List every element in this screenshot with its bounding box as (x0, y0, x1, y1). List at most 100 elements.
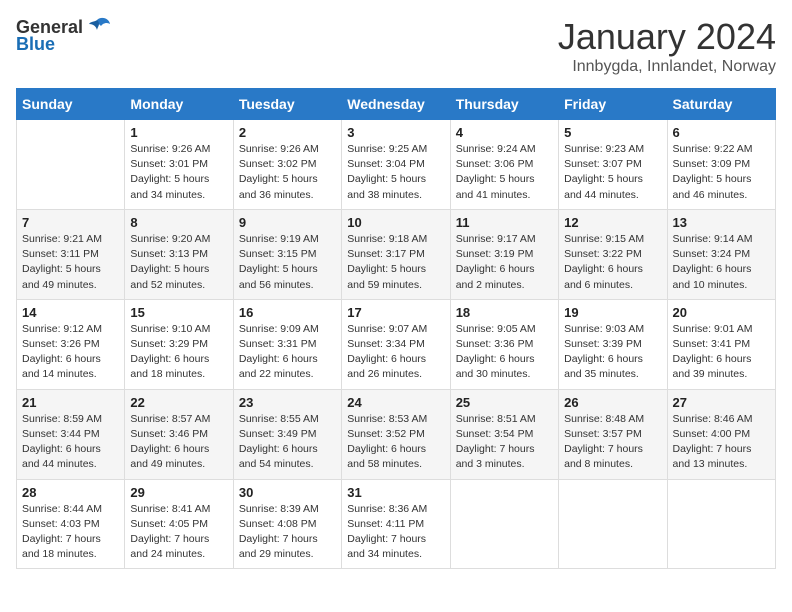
calendar-cell (667, 479, 775, 569)
weekday-header-thursday: Thursday (450, 89, 558, 120)
week-row-5: 28Sunrise: 8:44 AMSunset: 4:03 PMDayligh… (17, 479, 776, 569)
day-info: Sunrise: 8:36 AMSunset: 4:11 PMDaylight:… (347, 502, 444, 563)
calendar-cell: 21Sunrise: 8:59 AMSunset: 3:44 PMDayligh… (17, 389, 125, 479)
calendar-cell: 26Sunrise: 8:48 AMSunset: 3:57 PMDayligh… (559, 389, 667, 479)
calendar-cell: 28Sunrise: 8:44 AMSunset: 4:03 PMDayligh… (17, 479, 125, 569)
day-info: Sunrise: 9:19 AMSunset: 3:15 PMDaylight:… (239, 232, 336, 293)
calendar-cell: 29 Sunrise: 8:41 AMSunset: 4:05 PMDayligh… (125, 479, 233, 569)
day-info: Sunrise: 9:18 AMSunset: 3:17 PMDaylight:… (347, 232, 444, 293)
day-info: Sunrise: 9:03 AMSunset: 3:39 PMDaylight:… (564, 322, 661, 383)
day-info: Sunrise: 8:41 AMSunset: 4:05 PMDaylight:… (130, 502, 227, 563)
day-info: Sunrise: 9:17 AMSunset: 3:19 PMDaylight:… (456, 232, 553, 293)
day-number: 20 (673, 305, 770, 320)
calendar-cell: 22 Sunrise: 8:57 AMSunset: 3:46 PMDayligh… (125, 389, 233, 479)
calendar-cell: 12Sunrise: 9:15 AMSunset: 3:22 PMDayligh… (559, 209, 667, 299)
calendar-cell (450, 479, 558, 569)
weekday-header-wednesday: Wednesday (342, 89, 450, 120)
calendar-cell: 11Sunrise: 9:17 AMSunset: 3:19 PMDayligh… (450, 209, 558, 299)
weekday-header-tuesday: Tuesday (233, 89, 341, 120)
day-number: 17 (347, 305, 444, 320)
calendar-cell: 10Sunrise: 9:18 AMSunset: 3:17 PMDayligh… (342, 209, 450, 299)
day-number: 29 (130, 485, 227, 500)
day-info: Sunrise: 8:59 AMSunset: 3:44 PMDaylight:… (22, 412, 119, 473)
day-number: 2 (239, 125, 336, 140)
day-info: Sunrise: 9:05 AMSunset: 3:36 PMDaylight:… (456, 322, 553, 383)
calendar-cell (559, 479, 667, 569)
logo-bird-icon (83, 16, 111, 38)
day-info: Sunrise: 9:22 AMSunset: 3:09 PMDaylight:… (673, 142, 770, 203)
day-info: Sunrise: 9:26 AMSunset: 3:02 PMDaylight:… (239, 142, 336, 203)
day-info: Sunrise: 9:23 AMSunset: 3:07 PMDaylight:… (564, 142, 661, 203)
day-info: Sunrise: 8:51 AMSunset: 3:54 PMDaylight:… (456, 412, 553, 473)
logo: General Blue (16, 16, 111, 55)
day-info: Sunrise: 9:01 AMSunset: 3:41 PMDaylight:… (673, 322, 770, 383)
day-number: 30 (239, 485, 336, 500)
day-info: Sunrise: 8:57 AMSunset: 3:46 PMDaylight:… (130, 412, 227, 473)
location-title: Innbygda, Innlandet, Norway (558, 58, 776, 76)
calendar-cell: 4Sunrise: 9:24 AMSunset: 3:06 PMDaylight… (450, 120, 558, 210)
day-info: Sunrise: 8:55 AMSunset: 3:49 PMDaylight:… (239, 412, 336, 473)
logo-blue-text: Blue (16, 34, 55, 55)
calendar-cell: 9Sunrise: 9:19 AMSunset: 3:15 PMDaylight… (233, 209, 341, 299)
calendar-cell: 23 Sunrise: 8:55 AMSunset: 3:49 PMDayligh… (233, 389, 341, 479)
day-info: Sunrise: 9:25 AMSunset: 3:04 PMDaylight:… (347, 142, 444, 203)
calendar-cell (17, 120, 125, 210)
calendar-cell: 2 Sunrise: 9:26 AMSunset: 3:02 PMDaylight… (233, 120, 341, 210)
calendar-cell: 14 Sunrise: 9:12 AMSunset: 3:26 PMDayligh… (17, 299, 125, 389)
day-number: 27 (673, 395, 770, 410)
day-number: 13 (673, 215, 770, 230)
day-number: 15 (130, 305, 227, 320)
day-number: 23 (239, 395, 336, 410)
calendar-cell: 1Sunrise: 9:26 AMSunset: 3:01 PMDaylight… (125, 120, 233, 210)
weekday-header-monday: Monday (125, 89, 233, 120)
day-number: 7 (22, 215, 119, 230)
day-number: 1 (130, 125, 227, 140)
day-number: 14 (22, 305, 119, 320)
calendar-cell: 30 Sunrise: 8:39 AMSunset: 4:08 PMDayligh… (233, 479, 341, 569)
weekday-header-saturday: Saturday (667, 89, 775, 120)
weekday-header-friday: Friday (559, 89, 667, 120)
calendar-cell: 24 Sunrise: 8:53 AMSunset: 3:52 PMDayligh… (342, 389, 450, 479)
day-number: 19 (564, 305, 661, 320)
day-info: Sunrise: 9:10 AMSunset: 3:29 PMDaylight:… (130, 322, 227, 383)
day-info: Sunrise: 8:46 AMSunset: 4:00 PMDaylight:… (673, 412, 770, 473)
calendar-cell: 15 Sunrise: 9:10 AMSunset: 3:29 PMDayligh… (125, 299, 233, 389)
day-info: Sunrise: 9:24 AMSunset: 3:06 PMDaylight:… (456, 142, 553, 203)
calendar-cell: 25Sunrise: 8:51 AMSunset: 3:54 PMDayligh… (450, 389, 558, 479)
calendar-cell: 19 Sunrise: 9:03 AMSunset: 3:39 PMDayligh… (559, 299, 667, 389)
week-row-1: 1Sunrise: 9:26 AMSunset: 3:01 PMDaylight… (17, 120, 776, 210)
day-info: Sunrise: 9:20 AMSunset: 3:13 PMDaylight:… (130, 232, 227, 293)
day-number: 16 (239, 305, 336, 320)
day-info: Sunrise: 9:12 AMSunset: 3:26 PMDaylight:… (22, 322, 119, 383)
calendar-table: SundayMondayTuesdayWednesdayThursdayFrid… (16, 88, 776, 569)
calendar-cell: 18 Sunrise: 9:05 AMSunset: 3:36 PMDayligh… (450, 299, 558, 389)
day-number: 31 (347, 485, 444, 500)
calendar-cell: 31 Sunrise: 8:36 AMSunset: 4:11 PMDayligh… (342, 479, 450, 569)
calendar-cell: 8 Sunrise: 9:20 AMSunset: 3:13 PMDaylight… (125, 209, 233, 299)
calendar-cell: 6Sunrise: 9:22 AMSunset: 3:09 PMDaylight… (667, 120, 775, 210)
calendar-cell: 7Sunrise: 9:21 AMSunset: 3:11 PMDaylight… (17, 209, 125, 299)
calendar-cell: 3 Sunrise: 9:25 AMSunset: 3:04 PMDaylight… (342, 120, 450, 210)
day-number: 18 (456, 305, 553, 320)
week-row-3: 14 Sunrise: 9:12 AMSunset: 3:26 PMDayligh… (17, 299, 776, 389)
calendar-cell: 20 Sunrise: 9:01 AMSunset: 3:41 PMDayligh… (667, 299, 775, 389)
day-number: 8 (130, 215, 227, 230)
day-number: 24 (347, 395, 444, 410)
day-number: 22 (130, 395, 227, 410)
day-info: Sunrise: 9:07 AMSunset: 3:34 PMDaylight:… (347, 322, 444, 383)
month-title: January 2024 (558, 16, 776, 58)
week-row-4: 21Sunrise: 8:59 AMSunset: 3:44 PMDayligh… (17, 389, 776, 479)
weekday-header-sunday: Sunday (17, 89, 125, 120)
calendar-cell: 16Sunrise: 9:09 AMSunset: 3:31 PMDayligh… (233, 299, 341, 389)
day-number: 28 (22, 485, 119, 500)
day-info: Sunrise: 9:14 AMSunset: 3:24 PMDaylight:… (673, 232, 770, 293)
weekday-header-row: SundayMondayTuesdayWednesdayThursdayFrid… (17, 89, 776, 120)
calendar-cell: 13 Sunrise: 9:14 AMSunset: 3:24 PMDayligh… (667, 209, 775, 299)
week-row-2: 7Sunrise: 9:21 AMSunset: 3:11 PMDaylight… (17, 209, 776, 299)
day-number: 3 (347, 125, 444, 140)
day-number: 26 (564, 395, 661, 410)
day-number: 5 (564, 125, 661, 140)
day-info: Sunrise: 8:39 AMSunset: 4:08 PMDaylight:… (239, 502, 336, 563)
day-info: Sunrise: 9:15 AMSunset: 3:22 PMDaylight:… (564, 232, 661, 293)
day-info: Sunrise: 8:53 AMSunset: 3:52 PMDaylight:… (347, 412, 444, 473)
